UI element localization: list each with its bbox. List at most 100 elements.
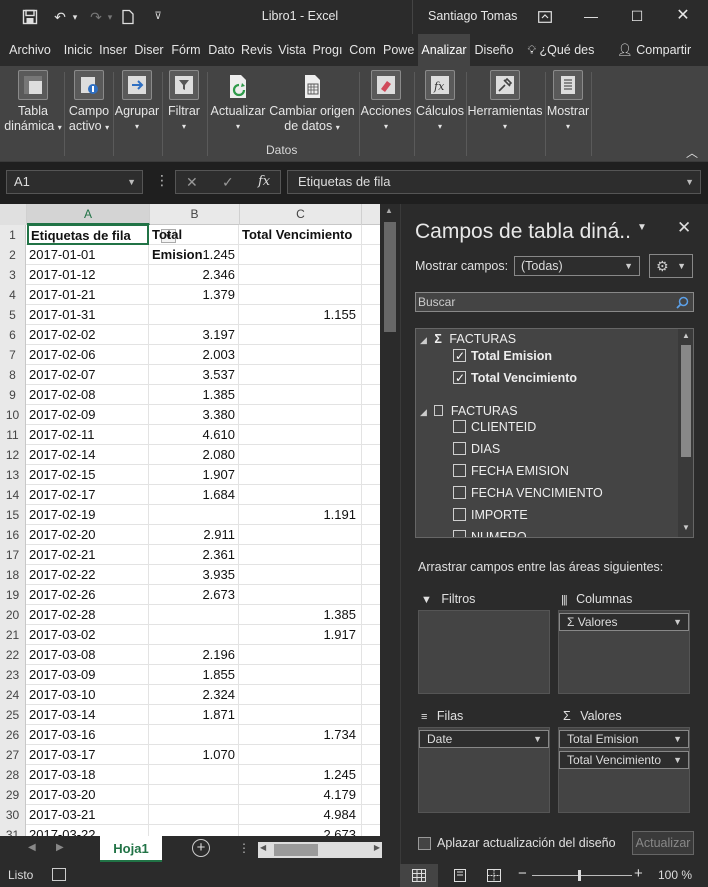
cell-total-emision[interactable]	[150, 305, 239, 325]
checkbox-fecha-vencimiento[interactable]	[453, 486, 466, 499]
cell-date[interactable]: 2017-03-02	[27, 625, 149, 645]
tab-analizar[interactable]: Analizar	[418, 34, 470, 66]
cell-date[interactable]: 2017-02-21	[27, 545, 149, 565]
cell-date[interactable]: 2017-02-28	[27, 605, 149, 625]
cell-total-emision[interactable]	[150, 825, 239, 836]
campo-activo-button[interactable]: Campo activo ▾	[66, 70, 112, 135]
cell-total-emision[interactable]	[150, 785, 239, 805]
cell-total-emision[interactable]: 1.684	[150, 485, 239, 505]
checkbox-total-vencimiento[interactable]	[453, 367, 466, 389]
cell-date[interactable]: 2017-02-26	[27, 585, 149, 605]
vertical-scroll-thumb[interactable]	[384, 222, 396, 332]
insert-function-icon[interactable]: fx	[258, 174, 270, 189]
row-number[interactable]: 28	[0, 765, 26, 785]
cell-total-vencimiento[interactable]	[240, 285, 362, 305]
row-number[interactable]: 21	[0, 625, 26, 645]
zoom-slider-handle[interactable]	[578, 870, 581, 881]
next-sheet-icon[interactable]: ▶	[56, 842, 64, 853]
more-options-icon[interactable]: ⋮	[155, 172, 169, 189]
scroll-right-icon[interactable]: ▶	[374, 843, 380, 852]
ribbon-display-options-icon[interactable]	[522, 0, 568, 34]
row-number[interactable]: 27	[0, 745, 26, 765]
row-number[interactable]: 8	[0, 365, 26, 385]
cell-total-emision[interactable]: 2.361	[150, 545, 239, 565]
chevron-down-icon[interactable]: ▼	[673, 731, 682, 747]
cell-total-vencimiento[interactable]	[240, 685, 362, 705]
cell-total-emision[interactable]: 1.379	[150, 285, 239, 305]
field-item-importe[interactable]: IMPORTE	[416, 504, 678, 526]
area-filas[interactable]: Date ▼	[418, 727, 550, 813]
chevron-down-icon[interactable]: ▼	[673, 614, 682, 630]
acciones-button[interactable]: Acciones ▾	[360, 70, 412, 134]
cell-date[interactable]: 2017-01-12	[27, 265, 149, 285]
zoom-level[interactable]: 100 %	[658, 868, 692, 882]
row-number[interactable]: 14	[0, 485, 26, 505]
cell-total-emision[interactable]: 3.537	[150, 365, 239, 385]
row-number[interactable]: 25	[0, 705, 26, 725]
row-number[interactable]: 16	[0, 525, 26, 545]
chevron-down-icon[interactable]: ▼	[533, 731, 542, 747]
field-item-numero[interactable]: NUMERO	[416, 526, 678, 537]
value-field-total-vencimiento[interactable]: Total Vencimiento ▼	[559, 751, 689, 769]
vertical-scrollbar[interactable]: ▲	[380, 204, 400, 836]
cell-date[interactable]: 2017-03-14	[27, 705, 149, 725]
cell-date[interactable]: 2017-02-20	[27, 525, 149, 545]
cell-total-vencimiento[interactable]: 1.245	[240, 765, 362, 785]
area-columnas[interactable]: Σ Valores ▼	[558, 610, 690, 694]
row-number[interactable]: 26	[0, 725, 26, 745]
cell-total-emision[interactable]: 3.380	[150, 405, 239, 425]
tab-inicio[interactable]: Inicic	[63, 34, 93, 66]
row-number[interactable]: 11	[0, 425, 26, 445]
cell-total-emision[interactable]: 1.871	[150, 705, 239, 725]
worksheet-grid[interactable]: A B C 1 Etiquetas de fila ▼ Total Emisio…	[0, 204, 400, 836]
row-field-date[interactable]: Date ▼	[419, 730, 549, 748]
tell-me-search[interactable]: 💡︎ ¿Qué des	[524, 34, 598, 66]
tab-datos[interactable]: Dato	[207, 34, 236, 66]
cell-total-emision[interactable]: 2.346	[150, 265, 239, 285]
close-pane-icon[interactable]: ✕	[677, 218, 691, 238]
field-item-fecha-vencimiento[interactable]: FECHA VENCIMIENTO	[416, 482, 678, 504]
cell-date[interactable]: 2017-03-21	[27, 805, 149, 825]
maximize-icon[interactable]: ☐	[614, 0, 660, 34]
tab-formulas[interactable]: Fórm	[170, 34, 202, 66]
cell-date[interactable]: 2017-02-09	[27, 405, 149, 425]
row-number[interactable]: 24	[0, 685, 26, 705]
header-total-vencimiento[interactable]: Total Vencimiento	[240, 225, 362, 245]
filtrar-button[interactable]: Filtrar ▾	[163, 70, 205, 134]
zoom-in-icon[interactable]: +	[634, 865, 643, 882]
cell-total-vencimiento[interactable]	[240, 385, 362, 405]
field-item-total-vencimiento[interactable]: Total Vencimiento	[416, 367, 678, 389]
cell-date[interactable]: 2017-02-06	[27, 345, 149, 365]
expand-formula-icon[interactable]: ▼	[685, 171, 694, 193]
cell-date[interactable]: 2017-03-08	[27, 645, 149, 665]
cell-total-vencimiento[interactable]	[240, 545, 362, 565]
pane-settings-button[interactable]: ⚙ ▼	[649, 254, 693, 278]
confirm-entry-icon[interactable]: ✓	[222, 174, 234, 191]
row-number[interactable]: 22	[0, 645, 26, 665]
cell-total-emision[interactable]: 4.610	[150, 425, 239, 445]
minimize-icon[interactable]: —	[568, 0, 614, 34]
previous-sheet-icon[interactable]: ◀	[28, 842, 36, 853]
field-item-total-emision[interactable]: Total Emision	[416, 345, 678, 367]
cell-total-vencimiento[interactable]	[240, 645, 362, 665]
cell-date[interactable]: 2017-03-20	[27, 785, 149, 805]
row-number[interactable]: 3	[0, 265, 26, 285]
cell-total-vencimiento[interactable]	[240, 445, 362, 465]
cell-date[interactable]: 2017-02-07	[27, 365, 149, 385]
macro-record-icon[interactable]	[52, 868, 66, 881]
column-header-c[interactable]: C	[240, 204, 362, 225]
cell-date[interactable]: 2017-03-18	[27, 765, 149, 785]
name-box[interactable]: A1 ▼	[6, 170, 143, 194]
cell-total-emision[interactable]: 1.385	[150, 385, 239, 405]
chevron-down-icon[interactable]: ▼	[127, 171, 136, 193]
field-list-scrollbar[interactable]: ▲ ▼	[678, 329, 693, 537]
row-number[interactable]: 10	[0, 405, 26, 425]
cell-total-vencimiento[interactable]	[240, 525, 362, 545]
area-filtros[interactable]	[418, 610, 550, 694]
cell-total-emision[interactable]: 1.907	[150, 465, 239, 485]
save-icon[interactable]	[20, 7, 40, 27]
cell-total-vencimiento[interactable]	[240, 585, 362, 605]
collapse-triangle-icon[interactable]: ◢	[420, 335, 427, 345]
show-fields-select[interactable]: (Todas) ▼	[514, 256, 640, 276]
cell-date[interactable]: 2017-02-15	[27, 465, 149, 485]
